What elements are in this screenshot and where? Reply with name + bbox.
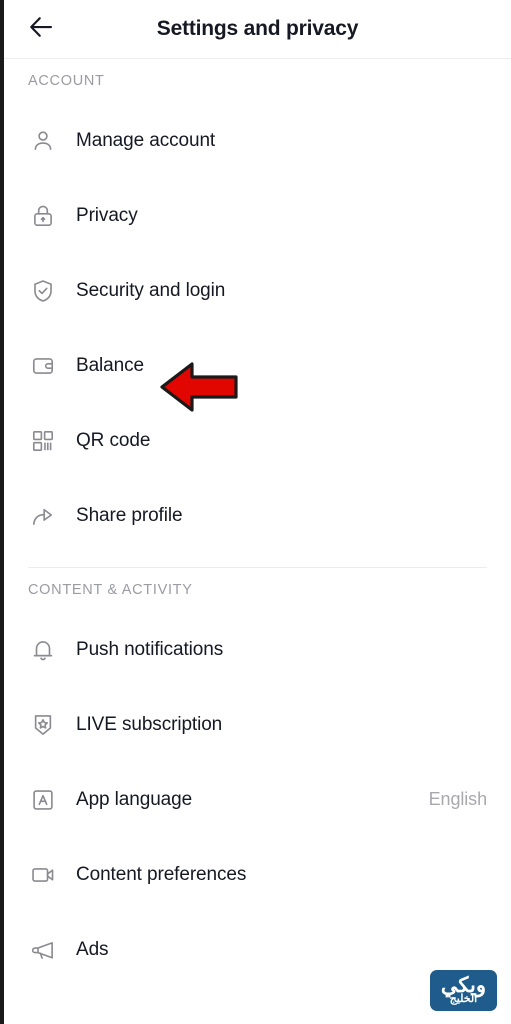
row-label: App language bbox=[76, 788, 193, 810]
letter-a-box-icon bbox=[28, 785, 58, 815]
bell-icon bbox=[28, 635, 58, 665]
row-balance[interactable]: Balance bbox=[4, 328, 511, 403]
lock-icon bbox=[28, 201, 58, 231]
section-content-activity: CONTENT & ACTIVITY Push notifications LI… bbox=[4, 568, 511, 987]
badge-star-icon bbox=[28, 710, 58, 740]
arrow-left-icon bbox=[26, 12, 56, 47]
section-title-content-activity: CONTENT & ACTIVITY bbox=[28, 582, 193, 598]
page-title: Settings and privacy bbox=[156, 17, 359, 40]
row-label: Security and login bbox=[76, 279, 226, 301]
row-app-language[interactable]: App language English bbox=[4, 762, 511, 837]
row-label: Balance bbox=[76, 354, 144, 376]
row-label: Push notifications bbox=[76, 638, 224, 660]
row-security-and-login[interactable]: Security and login bbox=[4, 253, 511, 328]
row-privacy[interactable]: Privacy bbox=[4, 178, 511, 253]
section-title-account: ACCOUNT bbox=[28, 73, 105, 89]
watermark-sub-text: الخليج bbox=[449, 993, 478, 1005]
row-label: Privacy bbox=[76, 204, 138, 226]
person-icon bbox=[28, 126, 58, 156]
row-label: Content preferences bbox=[76, 863, 247, 885]
video-camera-icon bbox=[28, 860, 58, 890]
row-content-preferences[interactable]: Content preferences bbox=[4, 837, 511, 912]
row-label: LIVE subscription bbox=[76, 713, 223, 735]
row-value-app-language: English bbox=[428, 789, 487, 809]
row-label: Manage account bbox=[76, 129, 216, 151]
app-header: Settings and privacy bbox=[4, 0, 511, 59]
back-button[interactable] bbox=[20, 8, 62, 50]
share-arrow-icon bbox=[28, 501, 58, 531]
qr-code-icon bbox=[28, 426, 58, 456]
watermark-badge: ويكي الخليج bbox=[429, 970, 497, 1011]
row-live-subscription[interactable]: LIVE subscription bbox=[4, 687, 511, 762]
row-push-notifications[interactable]: Push notifications bbox=[4, 612, 511, 687]
wallet-icon bbox=[28, 351, 58, 381]
section-account: ACCOUNT Manage account Privacy Security … bbox=[4, 59, 511, 553]
row-manage-account[interactable]: Manage account bbox=[4, 103, 511, 178]
row-label: Ads bbox=[76, 938, 109, 960]
row-qr-code[interactable]: QR code bbox=[4, 403, 511, 478]
row-share-profile[interactable]: Share profile bbox=[4, 478, 511, 553]
row-label: QR code bbox=[76, 429, 151, 451]
settings-screen: Settings and privacy ACCOUNT Manage acco… bbox=[0, 0, 511, 1024]
row-label: Share profile bbox=[76, 504, 183, 526]
shield-check-icon bbox=[28, 276, 58, 306]
megaphone-icon bbox=[28, 935, 58, 965]
